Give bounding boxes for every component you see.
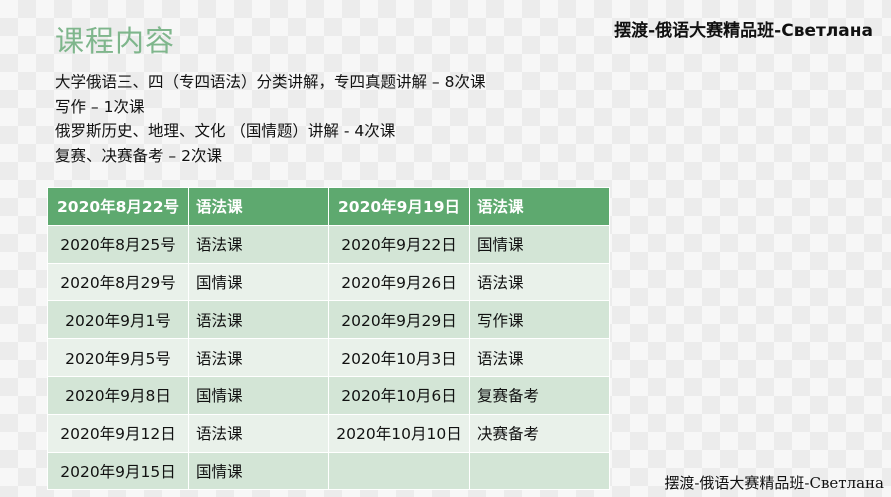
type-cell: 语法课	[469, 338, 610, 377]
type-cell: 国情课	[188, 375, 329, 415]
date-cell: 2020年10月10日	[328, 413, 470, 453]
date-cell: 2020年9月26日	[328, 262, 470, 302]
date-cell: 2020年9月12日	[47, 413, 189, 453]
date-cell: 2020年9月15日	[47, 451, 189, 491]
header-date-1: 2020年8月22号	[47, 187, 189, 226]
header-date-2: 2020年9月19日	[328, 187, 470, 226]
type-cell: 语法课	[188, 338, 329, 377]
type-cell: 国情课	[188, 451, 329, 491]
type-cell: 语法课	[188, 300, 329, 340]
date-cell	[328, 451, 470, 491]
date-cell: 2020年9月8日	[47, 375, 189, 415]
table-row: 2020年9月15日 国情课	[47, 451, 610, 491]
brand-watermark-top: 摆渡-俄语大赛精品班-Светлана	[614, 21, 873, 41]
type-cell: 决赛备考	[469, 413, 610, 453]
table-row: 2020年9月5号 语法课 2020年10月3日 语法课	[47, 338, 610, 377]
type-cell: 语法课	[469, 262, 610, 302]
type-cell: 语法课	[188, 224, 329, 264]
page-title: 课程内容	[55, 24, 176, 58]
type-cell: 国情课	[469, 224, 610, 264]
course-summary: 大学俄语三、四（专四语法）分类讲解，专四真题讲解 – 8次课 写作 – 1次课 …	[55, 70, 485, 168]
date-cell: 2020年8月29号	[47, 262, 189, 302]
summary-line: 俄罗斯历史、地理、文化 （国情题）讲解 - 4次课	[55, 122, 396, 141]
date-cell: 2020年9月22日	[328, 224, 470, 264]
date-cell: 2020年8月25号	[47, 224, 189, 264]
type-cell: 国情课	[188, 262, 329, 302]
header-type-2: 语法课	[469, 187, 610, 226]
type-cell: 复赛备考	[469, 375, 610, 415]
date-cell: 2020年9月29日	[328, 300, 470, 340]
summary-line: 复赛、决赛备考 – 2次课	[55, 146, 222, 165]
table-row: 2020年9月12日 语法课 2020年10月10日 决赛备考	[47, 413, 610, 453]
table-header-row: 2020年8月22号 语法课 2020年9月19日 语法课	[47, 187, 610, 226]
type-cell	[469, 451, 610, 491]
date-cell: 2020年10月3日	[328, 338, 470, 377]
brand-watermark-bottom: 摆渡-俄语大赛精品班-Светлана	[664, 474, 884, 492]
table-row: 2020年9月1号 语法课 2020年9月29日 写作课	[47, 300, 610, 340]
table-row: 2020年8月25号 语法课 2020年9月22日 国情课	[47, 224, 610, 264]
table-row: 2020年8月29号 国情课 2020年9月26日 语法课	[47, 262, 610, 302]
table-row: 2020年9月8日 国情课 2020年10月6日 复赛备考	[47, 375, 610, 415]
date-cell: 2020年10月6日	[328, 375, 470, 415]
summary-line: 大学俄语三、四（专四语法）分类讲解，专四真题讲解 – 8次课	[55, 73, 486, 91]
schedule-table: 2020年8月22号 语法课 2020年9月19日 语法课 2020年8月25号…	[47, 187, 610, 491]
summary-line: 写作 – 1次课	[55, 97, 145, 116]
date-cell: 2020年9月1号	[47, 300, 189, 340]
date-cell: 2020年9月5号	[47, 338, 189, 377]
type-cell: 语法课	[188, 413, 329, 453]
header-type-1: 语法课	[188, 187, 329, 226]
type-cell: 写作课	[469, 300, 610, 340]
